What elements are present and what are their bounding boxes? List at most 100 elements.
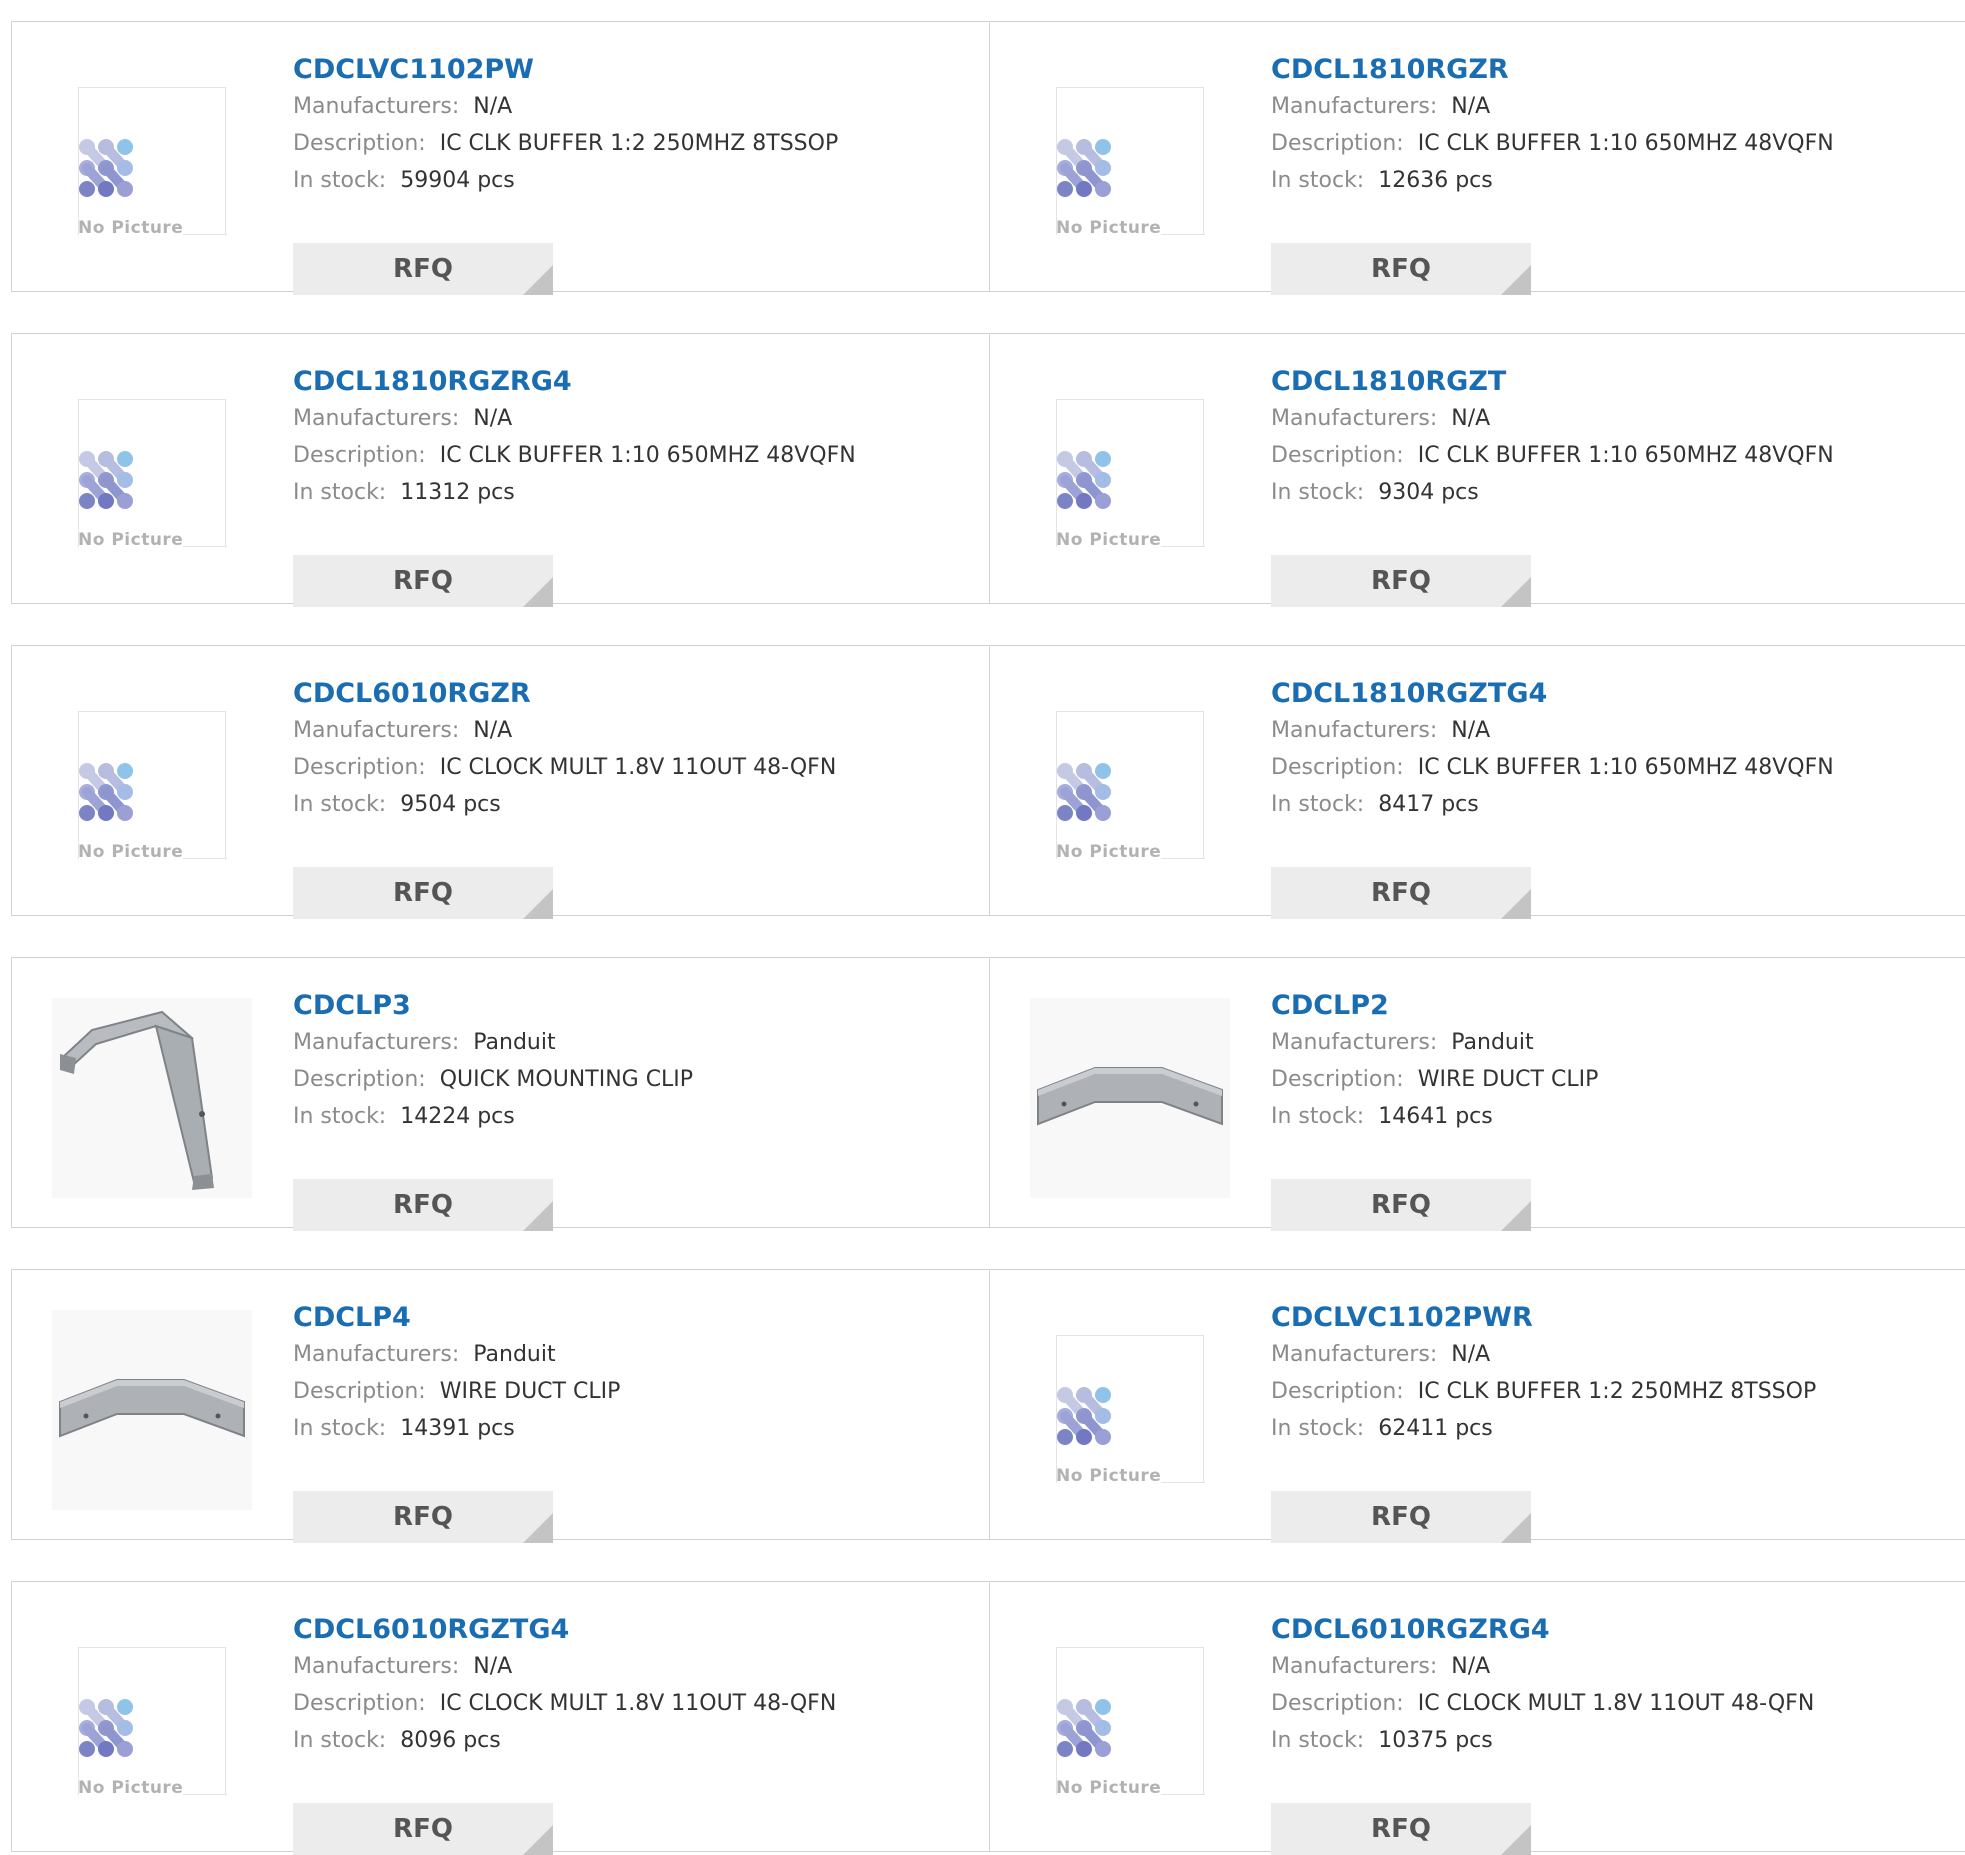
manufacturer-label: Manufacturers: xyxy=(1271,718,1438,743)
description-label: Description: xyxy=(293,755,426,780)
no-picture-label: No Picture xyxy=(1056,530,1162,550)
no-picture-placeholder[interactable]: No Picture xyxy=(78,399,227,550)
part-number-link[interactable]: CDCL1810RGZR xyxy=(1271,52,1957,88)
rfq-button[interactable]: RFQ xyxy=(1271,1491,1531,1543)
stock-value: 12636 pcs xyxy=(1378,168,1493,193)
no-picture-placeholder[interactable]: No Picture xyxy=(1056,87,1205,238)
stock-label: In stock: xyxy=(1271,1416,1365,1441)
product-row: No Picture CDCL6010RGZR Manufacturers: N/A D… xyxy=(11,645,1965,919)
product-info: CDCLP4 Manufacturers: Panduit Description: W… xyxy=(293,1300,979,1543)
manufacturer-value: N/A xyxy=(1451,94,1491,119)
part-number-link[interactable]: CDCL1810RGZT xyxy=(1271,364,1957,400)
product-info: CDCLVC1102PW Manufacturers: N/A Description… xyxy=(293,52,979,295)
stock-value: 14224 pcs xyxy=(400,1104,515,1129)
no-picture-placeholder[interactable]: No Picture xyxy=(1056,1647,1205,1798)
no-picture-label: No Picture xyxy=(78,218,184,238)
description-label: Description: xyxy=(293,131,426,156)
mounting-clip-photo[interactable] xyxy=(52,998,252,1198)
rfq-button[interactable]: RFQ xyxy=(293,1803,553,1855)
stock-label: In stock: xyxy=(1271,168,1365,193)
description-line: Description: QUICK MOUNTING CLIP xyxy=(293,1061,979,1098)
manufacturer-label: Manufacturers: xyxy=(293,1342,460,1367)
rfq-button[interactable]: RFQ xyxy=(1271,555,1531,607)
product-row: CDCLP4 Manufacturers: Panduit Description: W… xyxy=(11,1269,1965,1543)
part-number-link[interactable]: CDCLVC1102PWR xyxy=(1271,1300,1957,1336)
part-number-link[interactable]: CDCLVC1102PW xyxy=(293,52,979,88)
wire-duct-clip-photo[interactable] xyxy=(52,1310,252,1510)
product-info: CDCL6010RGZTG4 Manufacturers: N/A Descripti… xyxy=(293,1612,979,1855)
description-label: Description: xyxy=(1271,131,1404,156)
manufacturer-value: N/A xyxy=(473,1654,513,1679)
stock-line: In stock: 8096 pcs xyxy=(293,1722,979,1759)
no-picture-placeholder[interactable]: No Picture xyxy=(78,1647,227,1798)
description-label: Description: xyxy=(1271,1067,1404,1092)
rfq-button[interactable]: RFQ xyxy=(1271,1179,1531,1231)
manufacturer-line: Manufacturers: Panduit xyxy=(1271,1024,1957,1061)
part-number-link[interactable]: CDCL6010RGZRG4 xyxy=(1271,1612,1957,1648)
manufacturer-value: N/A xyxy=(1451,406,1491,431)
no-picture-label: No Picture xyxy=(1056,1778,1162,1798)
manufacturer-label: Manufacturers: xyxy=(293,1654,460,1679)
part-number-link[interactable]: CDCLP3 xyxy=(293,988,979,1024)
description-label: Description: xyxy=(293,443,426,468)
stock-line: In stock: 11312 pcs xyxy=(293,474,979,511)
stock-label: In stock: xyxy=(293,1104,387,1129)
product-info: CDCL1810RGZTG4 Manufacturers: N/A Descripti… xyxy=(1271,676,1957,919)
no-picture-placeholder[interactable]: No Picture xyxy=(78,711,227,862)
description-value: IC CLK BUFFER 1:2 250MHZ 8TSSOP xyxy=(1417,1379,1817,1404)
rfq-button[interactable]: RFQ xyxy=(293,243,553,295)
no-picture-placeholder[interactable]: No Picture xyxy=(1056,1335,1205,1486)
description-label: Description: xyxy=(293,1379,426,1404)
stock-line: In stock: 62411 pcs xyxy=(1271,1410,1957,1447)
manufacturer-line: Manufacturers: N/A xyxy=(1271,1336,1957,1373)
part-number-link[interactable]: CDCL1810RGZTG4 xyxy=(1271,676,1957,712)
description-line: Description: IC CLK BUFFER 1:10 650MHZ 48… xyxy=(1271,125,1957,162)
no-picture-placeholder[interactable]: No Picture xyxy=(1056,399,1205,550)
part-number-link[interactable]: CDCL6010RGZR xyxy=(293,676,979,712)
product-info: CDCL6010RGZRG4 Manufacturers: N/A Descripti… xyxy=(1271,1612,1957,1855)
description-value: WIRE DUCT CLIP xyxy=(1417,1067,1599,1092)
manufacturer-value: N/A xyxy=(1451,1342,1491,1367)
manufacturer-value: N/A xyxy=(1451,1654,1491,1679)
no-picture-label: No Picture xyxy=(1056,1466,1162,1486)
description-line: Description: IC CLK BUFFER 1:2 250MHZ 8TS… xyxy=(1271,1373,1957,1410)
rfq-button[interactable]: RFQ xyxy=(293,867,553,919)
product-info: CDCL1810RGZRG4 Manufacturers: N/A Descripti… xyxy=(293,364,979,607)
manufacturer-line: Manufacturers: N/A xyxy=(293,712,979,749)
no-picture-placeholder[interactable]: No Picture xyxy=(78,87,227,238)
description-line: Description: IC CLK BUFFER 1:10 650MHZ 48… xyxy=(1271,749,1957,786)
manufacturer-label: Manufacturers: xyxy=(1271,406,1438,431)
manufacturer-line: Manufacturers: N/A xyxy=(1271,712,1957,749)
stock-line: In stock: 14391 pcs xyxy=(293,1410,979,1447)
part-number-link[interactable]: CDCLP4 xyxy=(293,1300,979,1336)
product-card: No Picture CDCL6010RGZTG4 Manufacturers: N/… xyxy=(12,1582,989,1855)
product-card: No Picture CDCLVC1102PWR Manufacturers: N/A… xyxy=(990,1270,1965,1543)
rfq-button[interactable]: RFQ xyxy=(293,555,553,607)
stock-value: 59904 pcs xyxy=(400,168,515,193)
stock-label: In stock: xyxy=(1271,480,1365,505)
description-line: Description: IC CLK BUFFER 1:10 650MHZ 48… xyxy=(1271,437,1957,474)
product-info: CDCLP2 Manufacturers: Panduit Description: W… xyxy=(1271,988,1957,1231)
no-picture-label: No Picture xyxy=(1056,218,1162,238)
wire-duct-clip-photo[interactable] xyxy=(1030,998,1230,1198)
part-number-link[interactable]: CDCL6010RGZTG4 xyxy=(293,1612,979,1648)
stock-label: In stock: xyxy=(293,168,387,193)
stock-label: In stock: xyxy=(293,1416,387,1441)
stock-label: In stock: xyxy=(293,792,387,817)
manufacturer-value: Panduit xyxy=(473,1030,556,1055)
no-picture-placeholder[interactable]: No Picture xyxy=(1056,711,1205,862)
manufacturer-label: Manufacturers: xyxy=(293,406,460,431)
part-number-link[interactable]: CDCLP2 xyxy=(1271,988,1957,1024)
description-label: Description: xyxy=(1271,755,1404,780)
stock-label: In stock: xyxy=(293,480,387,505)
manufacturer-value: Panduit xyxy=(1451,1030,1534,1055)
rfq-button[interactable]: RFQ xyxy=(1271,867,1531,919)
part-number-link[interactable]: CDCL1810RGZRG4 xyxy=(293,364,979,400)
stock-line: In stock: 8417 pcs xyxy=(1271,786,1957,823)
rfq-button[interactable]: RFQ xyxy=(293,1179,553,1231)
description-label: Description: xyxy=(1271,443,1404,468)
rfq-button[interactable]: RFQ xyxy=(293,1491,553,1543)
description-line: Description: IC CLOCK MULT 1.8V 11OUT 48-… xyxy=(1271,1685,1957,1722)
rfq-button[interactable]: RFQ xyxy=(1271,1803,1531,1855)
rfq-button[interactable]: RFQ xyxy=(1271,243,1531,295)
